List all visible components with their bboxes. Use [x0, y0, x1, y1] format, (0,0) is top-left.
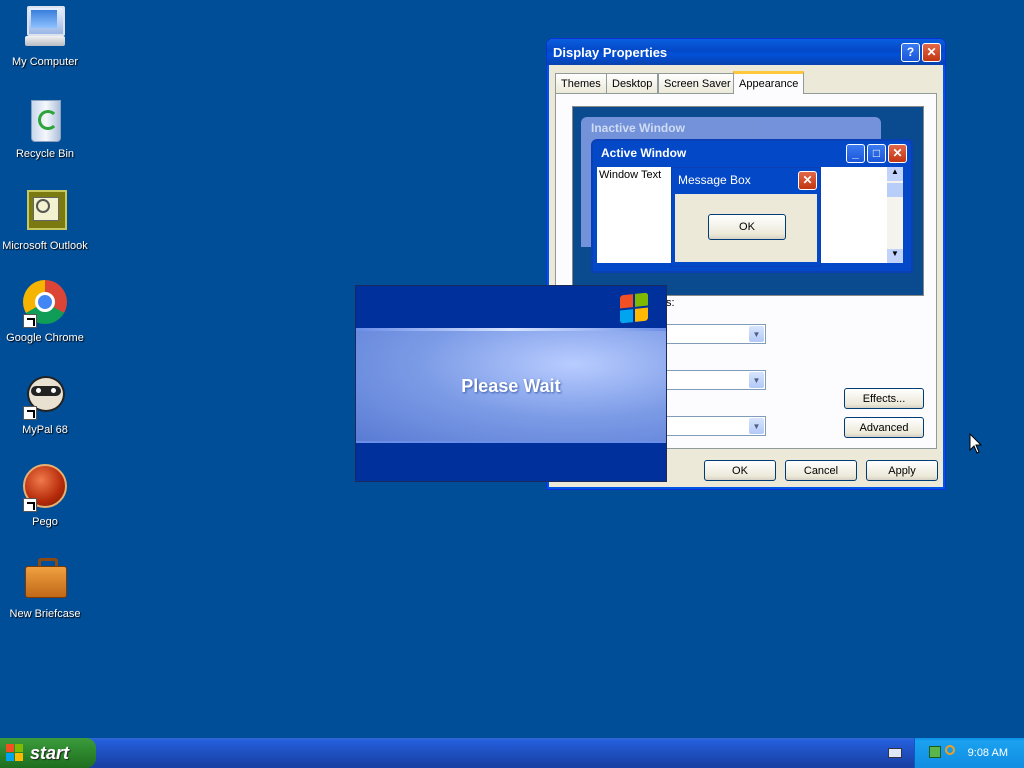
preview-close-icon: ✕ — [888, 143, 907, 163]
system-tray: 9:08 AM — [914, 738, 1024, 768]
network-icon[interactable] — [929, 746, 941, 758]
effects-button[interactable]: Effects... — [844, 388, 924, 409]
preview-active-title: Active Window — [601, 146, 687, 160]
desktop-icon-my-computer[interactable]: My Computer — [0, 4, 90, 68]
pego-icon — [21, 464, 69, 512]
tab-appearance[interactable]: Appearance — [733, 71, 805, 94]
mypal-icon — [21, 372, 69, 420]
please-wait-dialog: Please Wait — [355, 285, 667, 482]
tab-screen-saver[interactable]: Screen Saver — [658, 73, 737, 93]
chrome-icon — [21, 280, 69, 328]
display-properties-titlebar[interactable]: Display Properties ? ✕ — [547, 39, 945, 65]
please-wait-text: Please Wait — [461, 375, 561, 396]
desktop-icon-microsoft-outlook[interactable]: Microsoft Outlook — [0, 188, 90, 252]
advanced-button[interactable]: Advanced — [844, 417, 924, 438]
window-title: Display Properties — [553, 44, 668, 60]
taskbar: start 9:08 AM — [0, 738, 1024, 768]
outlook-icon — [21, 188, 69, 236]
desktop-icon-google-chrome[interactable]: Google Chrome — [0, 280, 90, 344]
preview-message-box-title: Message Box — [678, 173, 751, 187]
preview-message-box: Message Box ✕ OK — [671, 167, 821, 267]
preview-ok-button: OK — [708, 214, 786, 240]
start-label: start — [30, 742, 70, 763]
font-size-combo[interactable]: ▼ — [656, 416, 766, 436]
keyboard-icon[interactable] — [888, 748, 902, 758]
preview-active-window: Active Window _ □ ✕ Window Text ▲ ▼ Mess… — [591, 139, 913, 273]
desktop-icon-new-briefcase[interactable]: New Briefcase — [0, 556, 90, 620]
tab-themes[interactable]: Themes — [555, 73, 607, 93]
shortcut-arrow-icon — [23, 406, 37, 420]
shortcut-arrow-icon — [23, 498, 37, 512]
start-button[interactable]: start — [0, 738, 96, 768]
chevron-down-icon: ▼ — [749, 372, 764, 388]
ok-button[interactable]: OK — [704, 460, 776, 481]
color-scheme-combo[interactable]: ▼ — [656, 370, 766, 390]
desktop-icon-recycle-bin[interactable]: Recycle Bin — [0, 96, 90, 160]
shortcut-arrow-icon — [23, 314, 37, 328]
close-button[interactable]: ✕ — [922, 42, 941, 62]
clock[interactable]: 9:08 AM — [968, 747, 1008, 759]
preview-maximize-icon: □ — [867, 143, 886, 163]
preview-message-box-close-icon: ✕ — [798, 170, 817, 190]
my-computer-icon — [21, 4, 69, 52]
desktop-icon-pego[interactable]: Pego — [0, 464, 90, 528]
windows-flag-icon — [6, 744, 24, 762]
preview-minimize-icon: _ — [846, 143, 865, 163]
windows-logo-icon — [620, 292, 648, 324]
briefcase-icon — [21, 556, 69, 604]
apply-button[interactable]: Apply — [866, 460, 938, 481]
partial-label: s: — [666, 297, 675, 309]
search-icon[interactable] — [945, 745, 955, 755]
desktop-icon-mypal-68[interactable]: MyPal 68 — [0, 372, 90, 436]
mouse-cursor-icon — [969, 433, 983, 454]
chevron-down-icon: ▼ — [749, 326, 764, 342]
windows-and-buttons-combo[interactable]: ▼ — [656, 324, 766, 344]
help-button[interactable]: ? — [901, 42, 920, 62]
appearance-preview: Inactive Window Active Window _ □ ✕ Wind… — [572, 106, 924, 296]
recycle-bin-icon — [21, 96, 69, 144]
chevron-down-icon: ▼ — [749, 418, 764, 434]
preview-scrollbar: ▲ ▼ — [887, 167, 903, 263]
cancel-button[interactable]: Cancel — [785, 460, 857, 481]
tab-desktop[interactable]: Desktop — [606, 73, 659, 93]
preview-inactive-title: Inactive Window — [591, 121, 685, 135]
